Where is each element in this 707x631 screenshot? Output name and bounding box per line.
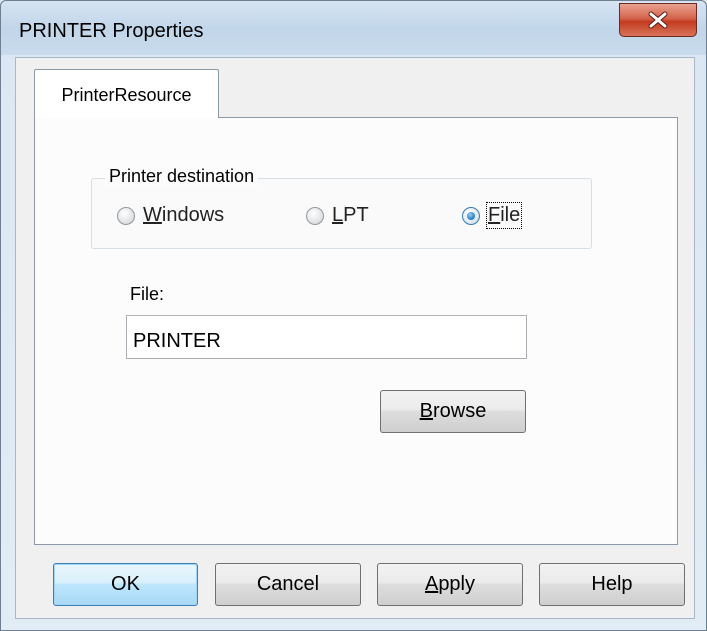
radio-lpt[interactable]: LPT: [306, 204, 369, 227]
printer-destination-label: Printer destination: [105, 166, 259, 187]
radio-file-label: File: [485, 202, 523, 229]
apply-button[interactable]: Apply: [377, 563, 523, 606]
help-button[interactable]: Help: [539, 563, 685, 606]
window-title: PRINTER Properties: [19, 20, 204, 42]
close-icon: [647, 11, 669, 29]
radio-indicator[interactable]: [306, 206, 324, 225]
ok-button[interactable]: OK: [53, 563, 198, 606]
radio-windows[interactable]: Windows: [117, 204, 224, 227]
radio-file[interactable]: File: [462, 202, 523, 229]
title-bar[interactable]: PRINTER Properties: [1, 1, 706, 55]
radio-lpt-label: LPT: [332, 204, 369, 226]
cancel-button[interactable]: Cancel: [215, 563, 361, 606]
radio-indicator-selected[interactable]: [462, 206, 480, 225]
radio-windows-label: Windows: [143, 204, 225, 226]
radio-indicator[interactable]: [117, 206, 135, 225]
close-button[interactable]: [619, 3, 697, 37]
file-input[interactable]: [126, 315, 527, 359]
browse-button[interactable]: Browse: [380, 390, 526, 433]
tab-printer-resource[interactable]: PrinterResource: [34, 69, 219, 118]
file-field-label: File:: [130, 284, 165, 304]
